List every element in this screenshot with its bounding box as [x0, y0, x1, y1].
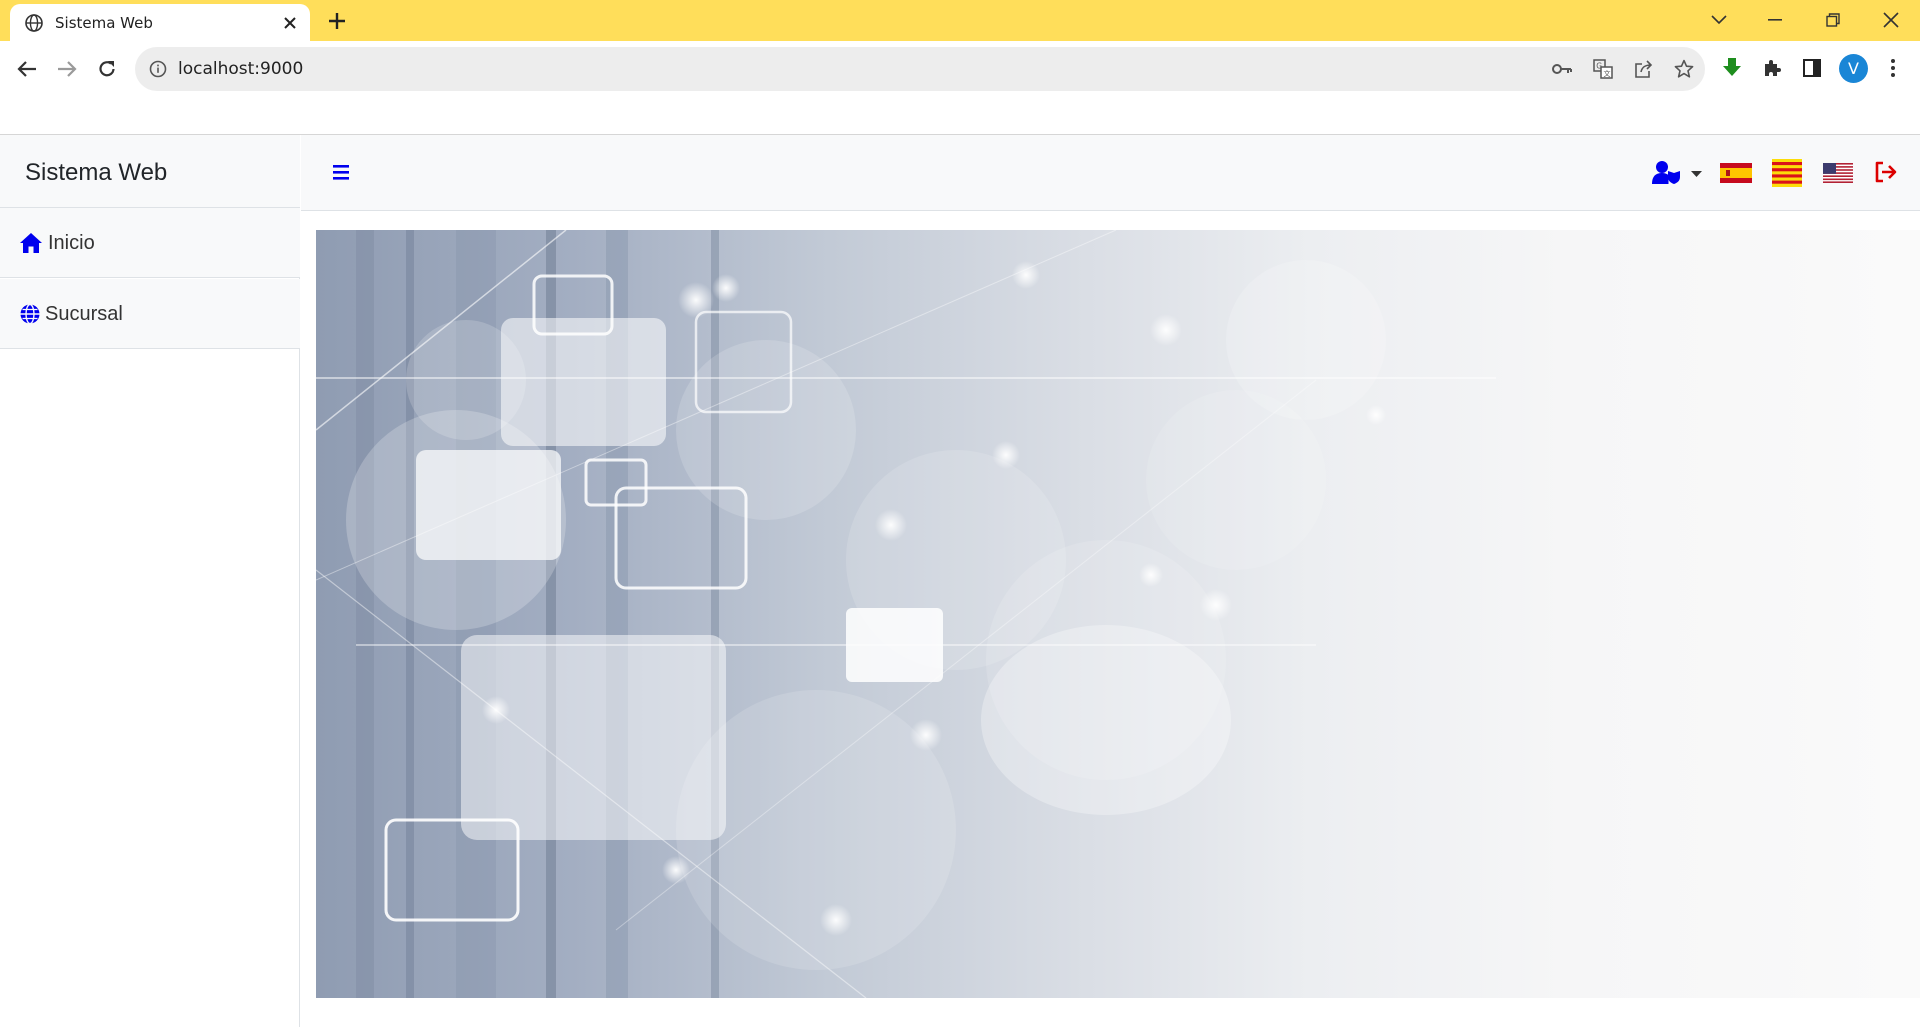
translate-icon[interactable]: G文: [1592, 58, 1614, 80]
hamburger-icon[interactable]: [331, 162, 353, 182]
browser-toolbar: localhost:9000 G文 V: [0, 41, 1920, 97]
profile-avatar[interactable]: V: [1839, 54, 1868, 83]
back-arrow-icon[interactable]: [13, 55, 41, 83]
new-tab-icon[interactable]: [325, 9, 349, 33]
catalan-flag-icon[interactable]: [1772, 159, 1802, 187]
browser-tab[interactable]: Sistema Web: [10, 4, 310, 41]
sidebar-item-label: Inicio: [48, 232, 95, 254]
us-flag-icon[interactable]: [1823, 163, 1853, 183]
tab-search-icon[interactable]: [1703, 6, 1735, 34]
minimize-icon[interactable]: [1759, 6, 1791, 34]
sidebar-item-sucursal[interactable]: Sucursal: [0, 279, 300, 349]
share-icon[interactable]: [1633, 58, 1655, 80]
url-text: localhost:9000: [178, 59, 304, 79]
svg-text:文: 文: [1604, 69, 1611, 78]
top-navbar: [301, 135, 1920, 211]
forward-arrow-icon[interactable]: [53, 55, 81, 83]
logout-icon[interactable]: [1874, 161, 1898, 183]
main-content: [301, 135, 1920, 1027]
reload-icon[interactable]: [93, 55, 121, 83]
browser-tab-strip: Sistema Web: [0, 0, 1920, 41]
download-icon[interactable]: [1719, 55, 1745, 81]
browser-menu-icon[interactable]: [1880, 55, 1906, 81]
key-icon[interactable]: [1551, 58, 1573, 80]
close-window-icon[interactable]: [1875, 6, 1907, 34]
home-icon: [20, 233, 42, 253]
bookmark-star-icon[interactable]: [1673, 58, 1695, 80]
bookmarks-bar: [0, 97, 1920, 135]
address-bar[interactable]: localhost:9000 G文: [135, 47, 1705, 91]
side-panel-icon[interactable]: [1799, 55, 1825, 81]
hero-banner-image: [316, 230, 1920, 998]
sidebar-brand[interactable]: Sistema Web: [0, 135, 300, 208]
globe-icon: [20, 303, 40, 325]
sidebar: Sistema Web Inicio Sucursal: [0, 135, 300, 1027]
globe-icon: [25, 14, 43, 32]
extensions-icon[interactable]: [1759, 55, 1785, 81]
tab-title: Sistema Web: [55, 14, 153, 32]
svg-text:G: G: [1596, 62, 1602, 71]
sidebar-item-inicio[interactable]: Inicio: [0, 208, 300, 278]
user-shield-icon[interactable]: [1652, 160, 1704, 186]
spanish-flag-icon[interactable]: [1720, 163, 1752, 183]
site-info-icon[interactable]: [149, 60, 167, 78]
close-tab-icon[interactable]: [280, 13, 300, 33]
sidebar-item-label: Sucursal: [45, 303, 123, 325]
restore-icon[interactable]: [1817, 6, 1849, 34]
brand-title: Sistema Web: [25, 159, 168, 186]
